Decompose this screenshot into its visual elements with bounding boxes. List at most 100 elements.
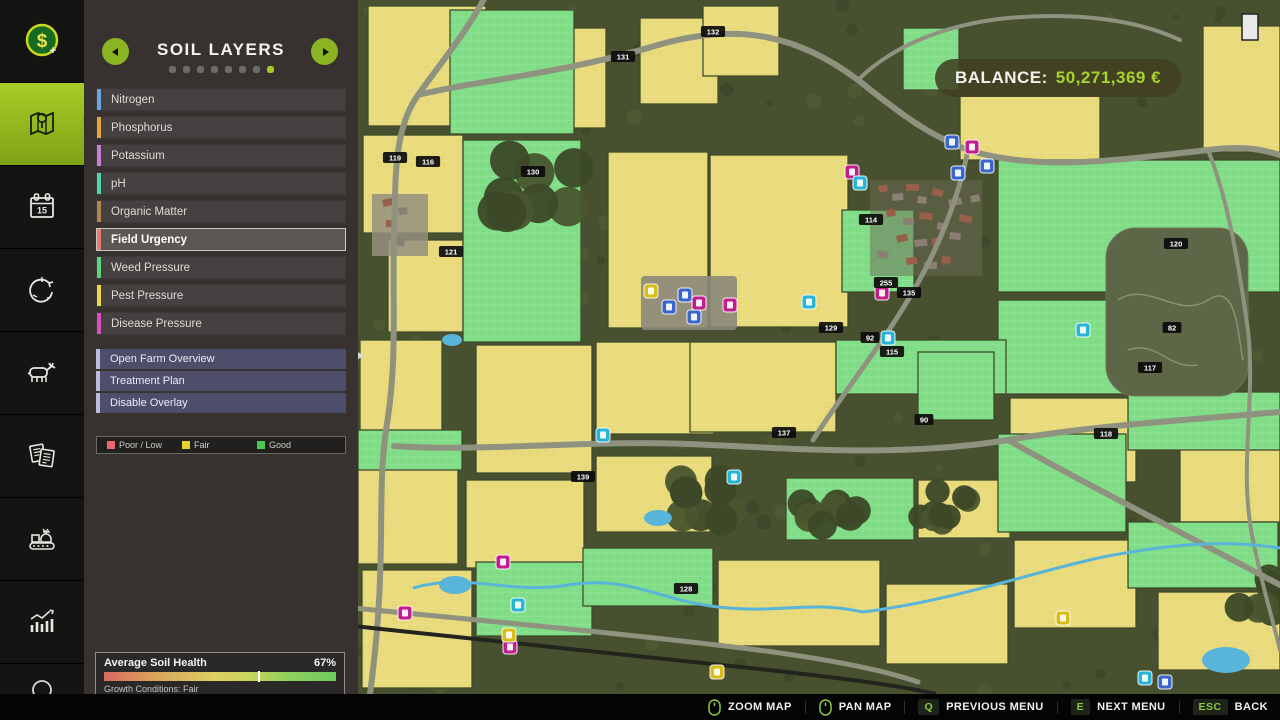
field-number-label[interactable]: 255 xyxy=(874,277,898,288)
pond xyxy=(439,576,471,594)
map-hotspot-icon[interactable] xyxy=(965,140,979,154)
svg-text:137: 137 xyxy=(778,429,791,438)
field-number-label[interactable]: 116 xyxy=(416,156,440,167)
action-label: Disable Overlay xyxy=(110,397,188,409)
field-number-label[interactable]: 135 xyxy=(897,287,921,298)
layer-label: Disease Pressure xyxy=(111,318,202,330)
map-hotspot-icon[interactable] xyxy=(692,296,706,310)
sidebar-item-finances[interactable]: $ + xyxy=(0,0,84,83)
field-number-label[interactable]: 118 xyxy=(1094,428,1118,439)
sidebar-item-more[interactable] xyxy=(0,664,84,694)
map-hotspot-icon[interactable] xyxy=(662,300,676,314)
map-field[interactable] xyxy=(960,96,1100,160)
map-field[interactable] xyxy=(476,345,592,473)
soil-layer-row[interactable]: Pest Pressure xyxy=(96,284,346,307)
map-field[interactable] xyxy=(583,548,713,606)
svg-text:139: 139 xyxy=(577,473,590,482)
tree xyxy=(1096,669,1106,679)
forest-patch xyxy=(952,485,976,509)
action-button[interactable]: Disable Overlay xyxy=(96,393,346,413)
map-field[interactable] xyxy=(690,342,836,432)
soil-layer-row[interactable]: Nitrogen xyxy=(96,88,346,111)
map-canvas[interactable]: 119 116 130 131 132 121 114 255135 129 92115 120 82… xyxy=(358,0,1280,694)
map-field[interactable] xyxy=(1203,26,1280,152)
field-number-label[interactable]: 137 xyxy=(772,427,796,438)
map-hotspot-icon[interactable] xyxy=(1076,323,1090,337)
field-number-label[interactable]: 92 xyxy=(861,332,880,343)
help-hint: QPREVIOUS MENU xyxy=(918,699,1043,715)
map-field[interactable] xyxy=(703,6,779,76)
field-number-label[interactable]: 114 xyxy=(859,214,883,225)
page-dot xyxy=(183,66,190,73)
soil-layer-row[interactable]: Disease Pressure xyxy=(96,312,346,335)
svg-text:90: 90 xyxy=(920,416,928,425)
field-number-label[interactable]: 120 xyxy=(1164,238,1188,249)
svg-text:128: 128 xyxy=(680,585,693,594)
map-hotspot-icon[interactable] xyxy=(802,295,816,309)
map-hotspot-icon[interactable] xyxy=(875,286,889,300)
sidebar-item-contracts[interactable] xyxy=(0,415,84,498)
page-dot xyxy=(239,66,246,73)
sidebar-item-crop-rotation[interactable] xyxy=(0,249,84,332)
map-hotspot-icon[interactable] xyxy=(727,470,741,484)
map-hotspot-icon[interactable] xyxy=(1056,611,1070,625)
next-page-button[interactable] xyxy=(311,38,338,65)
map-hotspot-icon[interactable] xyxy=(496,555,510,569)
legend-swatch xyxy=(182,441,190,449)
field-number-label[interactable]: 121 xyxy=(439,246,463,257)
rotation-icon xyxy=(22,270,62,310)
soil-layer-row[interactable]: pH xyxy=(96,172,346,195)
help-hint-label: NEXT MENU xyxy=(1097,701,1165,713)
field-number-label[interactable]: 129 xyxy=(819,322,843,333)
field-number-label[interactable]: 131 xyxy=(611,51,635,62)
map-hotspot-icon[interactable] xyxy=(1138,671,1152,685)
soil-layer-row[interactable]: Phosphorus xyxy=(96,116,346,139)
sidebar-item-animals[interactable] xyxy=(0,332,84,415)
soil-layer-row[interactable]: Organic Matter xyxy=(96,200,346,223)
soil-layer-list: Nitrogen Phosphorus Potassium pH Organic Mat… xyxy=(96,88,346,335)
soil-layer-row[interactable]: Weed Pressure xyxy=(96,256,346,279)
map-hotspot-icon[interactable] xyxy=(398,606,412,620)
action-button[interactable]: Treatment Plan xyxy=(96,371,346,391)
map-hotspot-icon[interactable] xyxy=(980,159,994,173)
sidebar-item-statistics[interactable] xyxy=(0,581,84,664)
field-number-label[interactable]: 117 xyxy=(1138,362,1162,373)
action-button[interactable]: Open Farm Overview xyxy=(96,349,346,369)
map-hotspot-icon[interactable] xyxy=(596,428,610,442)
soil-layer-row[interactable]: Potassium xyxy=(96,144,346,167)
field-number-label[interactable]: 90 xyxy=(915,414,934,425)
map-field[interactable] xyxy=(718,560,880,646)
field-number-label[interactable]: 139 xyxy=(571,471,595,482)
map-hotspot-icon[interactable] xyxy=(678,288,692,302)
map-hotspot-icon[interactable] xyxy=(687,310,701,324)
map-hotspot-icon[interactable] xyxy=(1158,675,1172,689)
field-number-label[interactable]: 82 xyxy=(1163,322,1182,333)
sidebar-item-calendar[interactable]: 15 xyxy=(0,166,84,249)
field-number-label[interactable]: 115 xyxy=(880,346,904,357)
separator xyxy=(904,701,905,714)
panel-collapse-arrow[interactable]: ▶ xyxy=(358,350,365,361)
key-hint-q: Q xyxy=(918,699,939,715)
map-hotspot-icon[interactable] xyxy=(951,166,965,180)
map-hotspot-icon[interactable] xyxy=(644,284,658,298)
sidebar-item-map[interactable] xyxy=(0,83,84,166)
map-hotspot-icon[interactable] xyxy=(502,628,516,642)
map-hotspot-icon[interactable] xyxy=(881,331,895,345)
map-hotspot-icon[interactable] xyxy=(723,298,737,312)
map-field[interactable] xyxy=(466,480,584,568)
map-field[interactable] xyxy=(998,434,1126,532)
soil-layer-row[interactable]: Field Urgency xyxy=(96,228,346,251)
field-number-label[interactable]: 119 xyxy=(383,152,407,163)
field-number-label[interactable]: 132 xyxy=(701,26,725,37)
sidebar-item-production[interactable] xyxy=(0,498,84,581)
map-hotspot-icon[interactable] xyxy=(853,176,867,190)
map-field[interactable] xyxy=(918,352,994,420)
field-number-label[interactable]: 130 xyxy=(521,166,545,177)
map-field[interactable] xyxy=(358,468,458,564)
map-hotspot-icon[interactable] xyxy=(945,135,959,149)
field-number-label[interactable]: 128 xyxy=(674,583,698,594)
overview-map[interactable]: 119 116 130 131 132 121 114 255135 129 92115 120 82… xyxy=(358,0,1280,694)
growth-conditions-note: Growth Conditions: Fair xyxy=(96,681,344,694)
map-hotspot-icon[interactable] xyxy=(710,665,724,679)
map-hotspot-icon[interactable] xyxy=(511,598,525,612)
